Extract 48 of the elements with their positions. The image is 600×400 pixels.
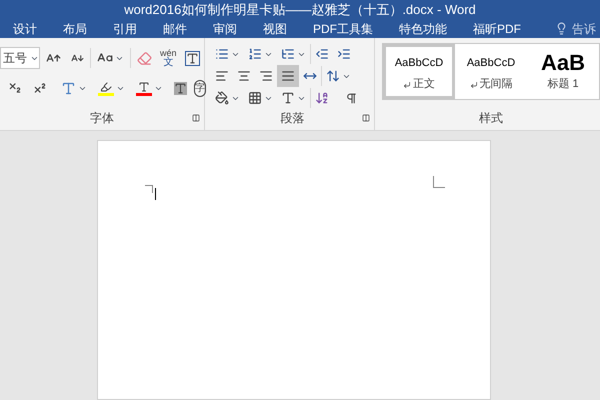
- group-label: 字体: [90, 110, 114, 127]
- justify-icon: [281, 69, 295, 83]
- letter-icon: [281, 91, 295, 105]
- superscript-icon: [33, 81, 47, 95]
- decrease-indent-icon: [315, 47, 329, 61]
- boxed-letter-icon: [184, 50, 200, 66]
- subscript-icon: [8, 81, 22, 95]
- text-cursor: [155, 188, 156, 200]
- font-color-icon: [136, 80, 152, 96]
- ribbon-tab[interactable]: 邮件: [150, 20, 200, 38]
- text-effects-icon: [61, 80, 76, 96]
- bullet-list-icon: [215, 47, 229, 61]
- pilcrow-icon: [345, 92, 358, 104]
- paint-bucket-icon: [215, 91, 229, 105]
- borders-icon: [248, 91, 262, 105]
- sort-icon: [315, 91, 329, 105]
- ribbon-tab[interactable]: PDF工具集: [300, 20, 386, 38]
- ribbon-tab[interactable]: 审阅: [200, 20, 250, 38]
- ribbon-tab[interactable]: 设计: [0, 20, 50, 38]
- window-title: word2016如何制作明星卡贴——赵雅芝（十五）.docx - Word: [124, 1, 476, 20]
- multilevel-list-icon: [281, 47, 295, 61]
- increase-indent-icon: [337, 47, 351, 61]
- align-right-icon: [259, 69, 273, 83]
- tell-me-field[interactable]: 告诉: [555, 20, 600, 38]
- phonetic-guide-button[interactable]: wén 文: [158, 49, 179, 67]
- line-spacing-icon: [326, 69, 340, 83]
- ribbon-tab[interactable]: 视图: [250, 20, 300, 38]
- ribbon-tab[interactable]: 福昕PDF: [460, 20, 534, 38]
- numbered-list-icon: [248, 47, 262, 61]
- align-left-icon: [215, 69, 229, 83]
- enclose-characters-button[interactable]: 字: [194, 80, 206, 96]
- paragraph-mark-icon: [403, 80, 411, 88]
- ribbon-tab[interactable]: 引用: [100, 20, 150, 38]
- font-size-field[interactable]: 五号: [0, 47, 40, 69]
- group-label: 段落: [280, 110, 304, 127]
- style-item[interactable]: AaBbCcD 正文: [383, 44, 455, 99]
- highlighter-icon: [98, 80, 114, 96]
- eraser-icon: [137, 50, 152, 66]
- lightbulb-icon: [555, 22, 568, 36]
- paragraph-mark-icon: [470, 80, 478, 88]
- ribbon-tab[interactable]: 特色功能: [386, 20, 460, 38]
- align-center-icon: [237, 69, 251, 83]
- shaded-letter-icon: [174, 82, 187, 94]
- margin-corner-drawing: [433, 176, 445, 188]
- ribbon-tab[interactable]: 布局: [50, 20, 100, 38]
- margin-corner-drawing: [145, 185, 153, 193]
- group-label: 样式: [479, 110, 503, 127]
- justify-button[interactable]: [277, 65, 299, 87]
